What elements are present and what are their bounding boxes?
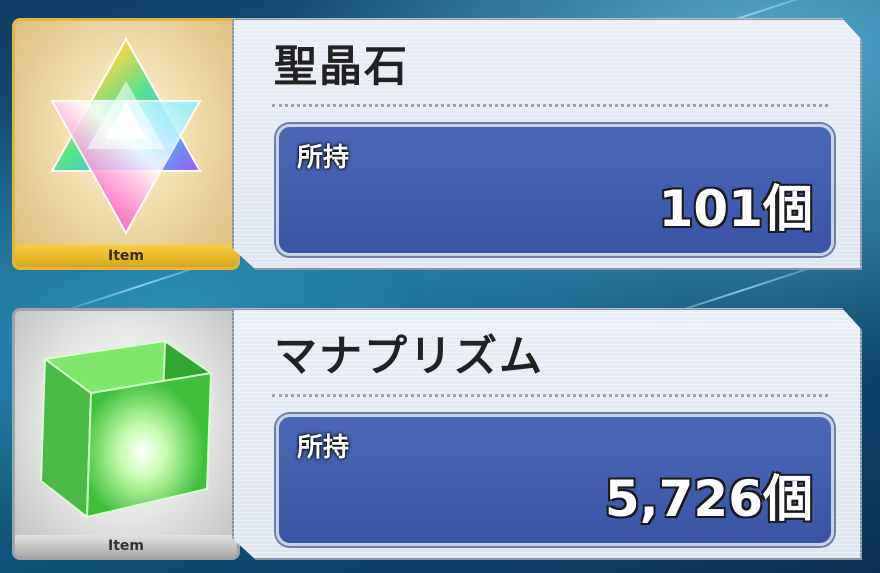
item-tag-label: Item xyxy=(15,245,237,267)
saint-quartz-icon xyxy=(50,36,202,236)
owned-count-box: 所持 5,726個 xyxy=(276,414,834,546)
owned-count-box: 所持 101個 xyxy=(276,124,834,256)
item-card-mana-prism[interactable]: Item マナプリズム 所持 5,726個 xyxy=(0,302,880,564)
divider xyxy=(272,104,828,107)
item-info-panel: マナプリズム 所持 5,726個 xyxy=(232,308,862,560)
mana-prism-icon xyxy=(39,339,214,520)
item-tag-label: Item xyxy=(15,535,237,557)
saint-quartz-icon-frame: Item xyxy=(12,18,240,270)
owned-count: 5,726個 xyxy=(604,470,813,528)
owned-count: 101個 xyxy=(658,180,813,238)
divider xyxy=(272,394,828,397)
mana-prism-icon-frame: Item xyxy=(12,308,240,560)
item-info-panel: 聖晶石 所持 101個 xyxy=(232,18,862,270)
owned-label: 所持 xyxy=(297,433,350,463)
item-name: 聖晶石 xyxy=(274,42,409,92)
owned-label: 所持 xyxy=(297,143,350,173)
item-name: マナプリズム xyxy=(274,332,544,382)
item-card-saint-quartz[interactable]: Item 聖晶石 所持 101個 xyxy=(0,12,880,274)
